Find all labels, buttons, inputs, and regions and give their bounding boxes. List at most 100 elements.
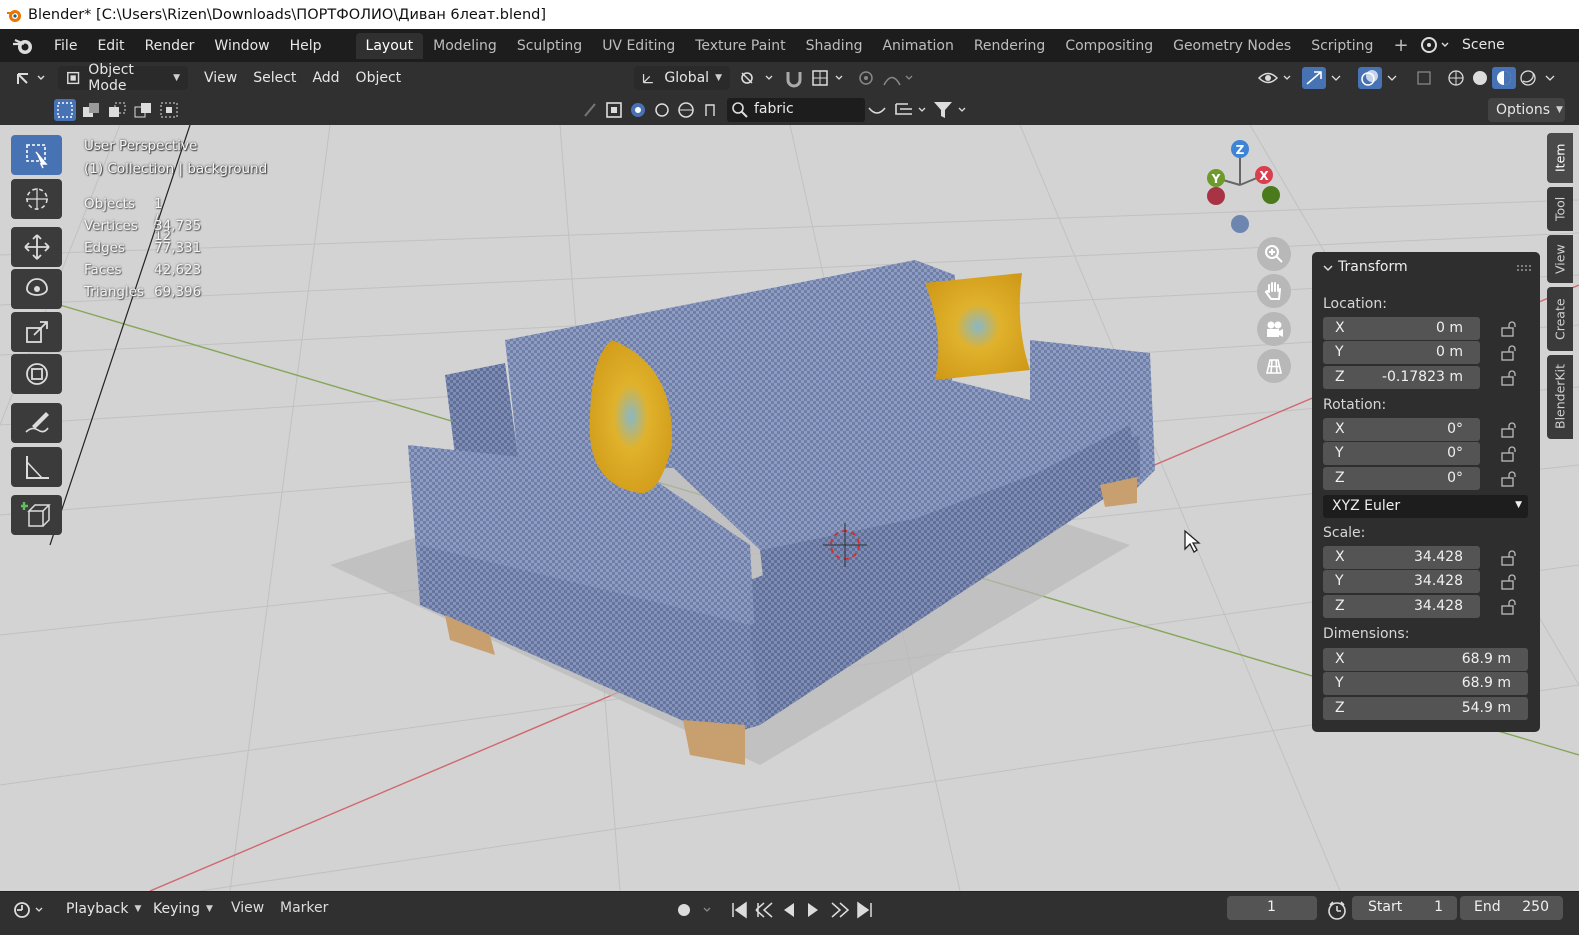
chevron-down-icon[interactable] (1330, 73, 1342, 83)
playback-menu[interactable]: Playback ▼ (58, 897, 149, 921)
dimensions-x-field[interactable]: X 68.9 m (1323, 648, 1528, 671)
menu-select[interactable]: Select (245, 70, 304, 86)
filter-curve-icon[interactable] (866, 100, 888, 120)
tab-scripting[interactable]: Scripting (1301, 33, 1383, 59)
tab-layout[interactable]: Layout (355, 32, 424, 59)
chevron-down-icon[interactable] (1544, 73, 1556, 83)
rotation-z-field[interactable]: Z 0° (1323, 467, 1480, 490)
visibility-icon[interactable] (1256, 68, 1296, 88)
wireframe-shading-icon[interactable] (1446, 68, 1466, 88)
snap-target-icon[interactable] (810, 68, 846, 88)
location-y-field[interactable]: Y 0 m (1323, 341, 1480, 364)
measure-tool[interactable] (11, 447, 62, 487)
location-z-field[interactable]: Z -0.17823 m (1323, 366, 1480, 389)
tab-geometry-nodes[interactable]: Geometry Nodes (1163, 33, 1301, 59)
dimensions-z-field[interactable]: Z 54.9 m (1323, 697, 1528, 720)
select-box-tool[interactable] (11, 135, 62, 175)
menu-edit[interactable]: Edit (87, 38, 134, 54)
menu-render[interactable]: Render (135, 38, 205, 54)
camera-view-button[interactable] (1257, 312, 1291, 346)
rotation-x-field[interactable]: X 0° (1323, 418, 1480, 441)
blender-menu-icon[interactable] (12, 36, 34, 56)
scene-selector[interactable]: Scene (1454, 33, 1572, 57)
tab-view[interactable]: View (1547, 235, 1573, 283)
marker-menu[interactable]: Marker (280, 900, 328, 916)
transform-tool[interactable] (11, 354, 62, 394)
cursor-tool[interactable] (11, 179, 62, 219)
xray-icon[interactable] (1414, 68, 1436, 88)
lock-icon[interactable] (1500, 446, 1520, 462)
menu-view[interactable]: View (196, 70, 245, 86)
tab-compositing[interactable]: Compositing (1055, 33, 1163, 59)
search-field[interactable]: fabric (727, 98, 865, 122)
lock-icon[interactable] (1500, 574, 1520, 590)
tab-item[interactable]: Item (1547, 133, 1573, 183)
tab-animation[interactable]: Animation (872, 33, 963, 59)
proportional-edit-icon[interactable] (856, 68, 916, 88)
select-extend-icon[interactable] (80, 99, 102, 121)
move-tool[interactable] (11, 227, 62, 267)
timeline-view-menu[interactable]: View (231, 900, 264, 916)
start-frame-field[interactable]: Start 1 (1352, 896, 1457, 920)
auto-keying-icon[interactable] (674, 901, 718, 919)
editor-type-icon[interactable] (14, 68, 48, 88)
rotate-tool[interactable] (11, 269, 62, 309)
clock-icon[interactable] (1326, 899, 1348, 921)
lock-icon[interactable] (1500, 345, 1520, 361)
filter-funnel-icon[interactable] (932, 100, 972, 120)
menu-file[interactable]: File (44, 38, 87, 54)
add-cube-tool[interactable] (11, 495, 62, 535)
scale-tool[interactable] (11, 312, 62, 352)
transform-panel-title[interactable]: Transform (1338, 259, 1408, 275)
current-frame-field[interactable]: 1 (1227, 896, 1317, 920)
menu-help[interactable]: Help (280, 38, 332, 54)
options-dropdown[interactable]: Options ▼ (1488, 98, 1565, 122)
scene-icon[interactable] (1418, 34, 1452, 56)
scale-z-field[interactable]: Z 34.428 (1323, 595, 1480, 618)
mode-selector[interactable]: Object Mode ▼ (58, 62, 188, 94)
material-preview-toggle[interactable] (1492, 67, 1516, 89)
tab-texture-paint[interactable]: Texture Paint (685, 33, 795, 59)
add-workspace-icon[interactable]: + (1383, 30, 1418, 61)
rendered-shading-icon[interactable] (1518, 68, 1538, 88)
tab-modeling[interactable]: Modeling (423, 33, 507, 59)
location-x-field[interactable]: X 0 m (1323, 317, 1480, 340)
timeline-editor-icon[interactable] (12, 900, 48, 920)
tab-rendering[interactable]: Rendering (964, 33, 1056, 59)
select-difference-icon[interactable] (132, 99, 154, 121)
zoom-button[interactable] (1257, 237, 1291, 271)
lock-icon[interactable] (1500, 370, 1520, 386)
orientation-selector[interactable]: Global ▼ (634, 66, 730, 90)
pivot-point-icon[interactable] (738, 69, 776, 87)
solid-shading-icon[interactable] (1470, 68, 1490, 88)
navigation-gizmo[interactable]: Z X Y (1196, 135, 1288, 235)
scale-x-field[interactable]: X 34.428 (1323, 546, 1480, 569)
select-intersect-icon[interactable] (158, 99, 180, 121)
rotation-mode-dropdown[interactable]: XYZ Euler ▼ (1323, 495, 1528, 518)
scale-y-field[interactable]: Y 34.428 (1323, 570, 1480, 593)
select-new-icon[interactable] (54, 99, 76, 121)
tab-sculpting[interactable]: Sculpting (507, 33, 592, 59)
pan-button[interactable] (1257, 274, 1291, 308)
gizmo-toggle[interactable] (1302, 67, 1326, 89)
tab-blenderkit[interactable]: BlenderKit (1547, 355, 1573, 439)
menu-add[interactable]: Add (304, 70, 347, 86)
dimensions-y-field[interactable]: Y 68.9 m (1323, 672, 1528, 695)
3d-viewport[interactable]: User Perspective (1) Collection | backgr… (0, 125, 1579, 891)
lock-icon[interactable] (1500, 422, 1520, 438)
tab-shading[interactable]: Shading (796, 33, 873, 59)
tab-create[interactable]: Create (1547, 287, 1573, 351)
overlays-toggle[interactable] (1358, 67, 1382, 89)
menu-object[interactable]: Object (348, 70, 410, 86)
lock-icon[interactable] (1500, 321, 1520, 337)
lock-icon[interactable] (1500, 550, 1520, 566)
end-frame-field[interactable]: End 250 (1460, 896, 1563, 920)
chevron-down-icon[interactable] (1386, 73, 1398, 83)
tab-tool[interactable]: Tool (1547, 187, 1573, 231)
menu-window[interactable]: Window (204, 38, 279, 54)
ortho-toggle-button[interactable] (1257, 349, 1291, 383)
lock-icon[interactable] (1500, 599, 1520, 615)
chevron-down-icon[interactable] (1322, 262, 1334, 274)
snap-icon[interactable] (784, 68, 806, 88)
lock-icon[interactable] (1500, 471, 1520, 487)
